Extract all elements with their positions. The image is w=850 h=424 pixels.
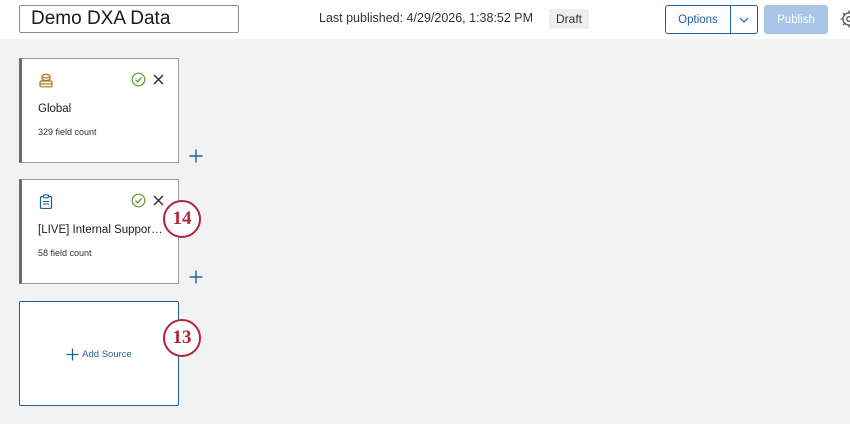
top-bar: Last published: 4/29/2026, 1:38:52 PM Dr…: [0, 0, 850, 39]
gear-icon[interactable]: [839, 9, 850, 29]
add-between-plus-icon[interactable]: [189, 149, 203, 163]
source-card-name: Global: [38, 103, 72, 115]
options-button[interactable]: Options: [665, 5, 731, 34]
add-source-button[interactable]: Add Source: [19, 301, 179, 406]
database-stack-icon: [39, 73, 53, 88]
options-button-group: Options: [665, 5, 758, 34]
check-circle-icon: [131, 193, 146, 208]
add-source-label: Add Source: [82, 348, 132, 360]
source-card-internal-support[interactable]: [LIVE] Internal Support Survey 58 field …: [19, 179, 179, 284]
close-icon[interactable]: [153, 195, 164, 206]
options-dropdown-toggle[interactable]: [731, 5, 758, 34]
check-circle-icon: [131, 72, 146, 87]
source-card-name: [LIVE] Internal Support Survey: [38, 224, 163, 236]
close-icon[interactable]: [153, 74, 164, 85]
callout-marker-13: 13: [163, 319, 201, 357]
clipboard-icon: [39, 194, 53, 209]
status-badge: Draft: [549, 9, 590, 29]
plus-icon: [66, 348, 79, 360]
source-card-field-count: 329 field count: [38, 127, 97, 137]
publish-button[interactable]: Publish: [764, 5, 828, 34]
add-between-plus-icon[interactable]: [189, 270, 203, 284]
dataset-title-input[interactable]: [19, 5, 239, 33]
callout-marker-14: 14: [163, 200, 201, 238]
source-card-global[interactable]: Global 329 field count: [19, 58, 179, 163]
source-card-field-count: 58 field count: [38, 248, 92, 258]
add-source-content: Add Source: [66, 348, 132, 361]
last-published-text: Last published: 4/29/2026, 1:38:52 PM: [319, 11, 534, 25]
chevron-down-icon: [739, 17, 749, 23]
